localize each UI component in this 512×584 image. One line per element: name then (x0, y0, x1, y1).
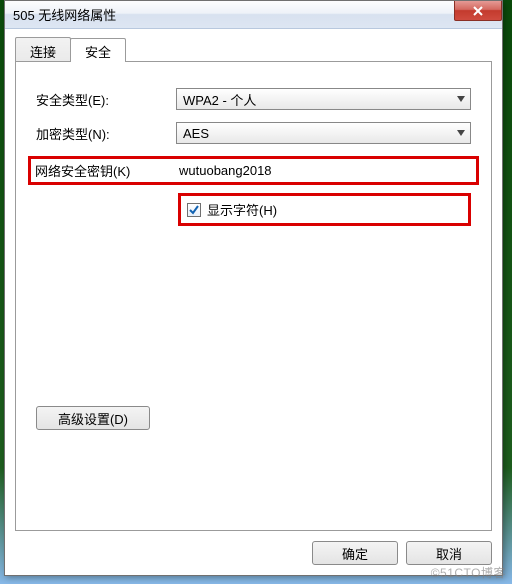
titlebar[interactable]: 505 无线网络属性 (5, 1, 502, 29)
tab-security[interactable]: 安全 (70, 38, 126, 62)
ok-button[interactable]: 确定 (312, 541, 398, 565)
close-button[interactable] (454, 1, 502, 21)
client-area: 连接 安全 安全类型(E): WPA2 - 个人 加密类型(N): AES (5, 29, 502, 575)
security-type-value: WPA2 - 个人 (183, 90, 256, 109)
tabstrip: 连接 安全 (15, 37, 492, 61)
security-type-label: 安全类型(E): (36, 90, 176, 109)
checkmark-icon (189, 205, 199, 215)
encryption-type-dropdown[interactable]: AES (176, 122, 471, 144)
security-key-label: 网络安全密钥(K) (35, 161, 179, 180)
chevron-down-icon (452, 89, 470, 109)
chevron-down-icon (452, 123, 470, 143)
dialog-footer: 确定 取消 (15, 531, 492, 565)
close-icon (472, 6, 484, 16)
cancel-button[interactable]: 取消 (406, 541, 492, 565)
advanced-settings-button[interactable]: 高级设置(D) (36, 406, 150, 430)
row-encryption-type: 加密类型(N): AES (36, 122, 471, 144)
dialog-window: 505 无线网络属性 连接 安全 安全类型(E): WPA2 - 个人 加密类型… (4, 0, 503, 576)
security-type-dropdown[interactable]: WPA2 - 个人 (176, 88, 471, 110)
encryption-type-value: AES (183, 126, 209, 141)
encryption-type-label: 加密类型(N): (36, 124, 176, 143)
show-characters-label: 显示字符(H) (207, 200, 277, 219)
row-show-characters-highlighted: 显示字符(H) (178, 193, 471, 226)
tab-connect[interactable]: 连接 (15, 37, 71, 61)
show-characters-checkbox[interactable] (187, 203, 201, 217)
row-security-type: 安全类型(E): WPA2 - 个人 (36, 88, 471, 110)
row-security-key-highlighted: 网络安全密钥(K) wutuobang2018 (28, 156, 479, 185)
window-title: 505 无线网络属性 (13, 5, 116, 24)
tab-panel-security: 安全类型(E): WPA2 - 个人 加密类型(N): AES 网络安全密钥(K… (15, 61, 492, 531)
security-key-value[interactable]: wutuobang2018 (179, 163, 272, 178)
